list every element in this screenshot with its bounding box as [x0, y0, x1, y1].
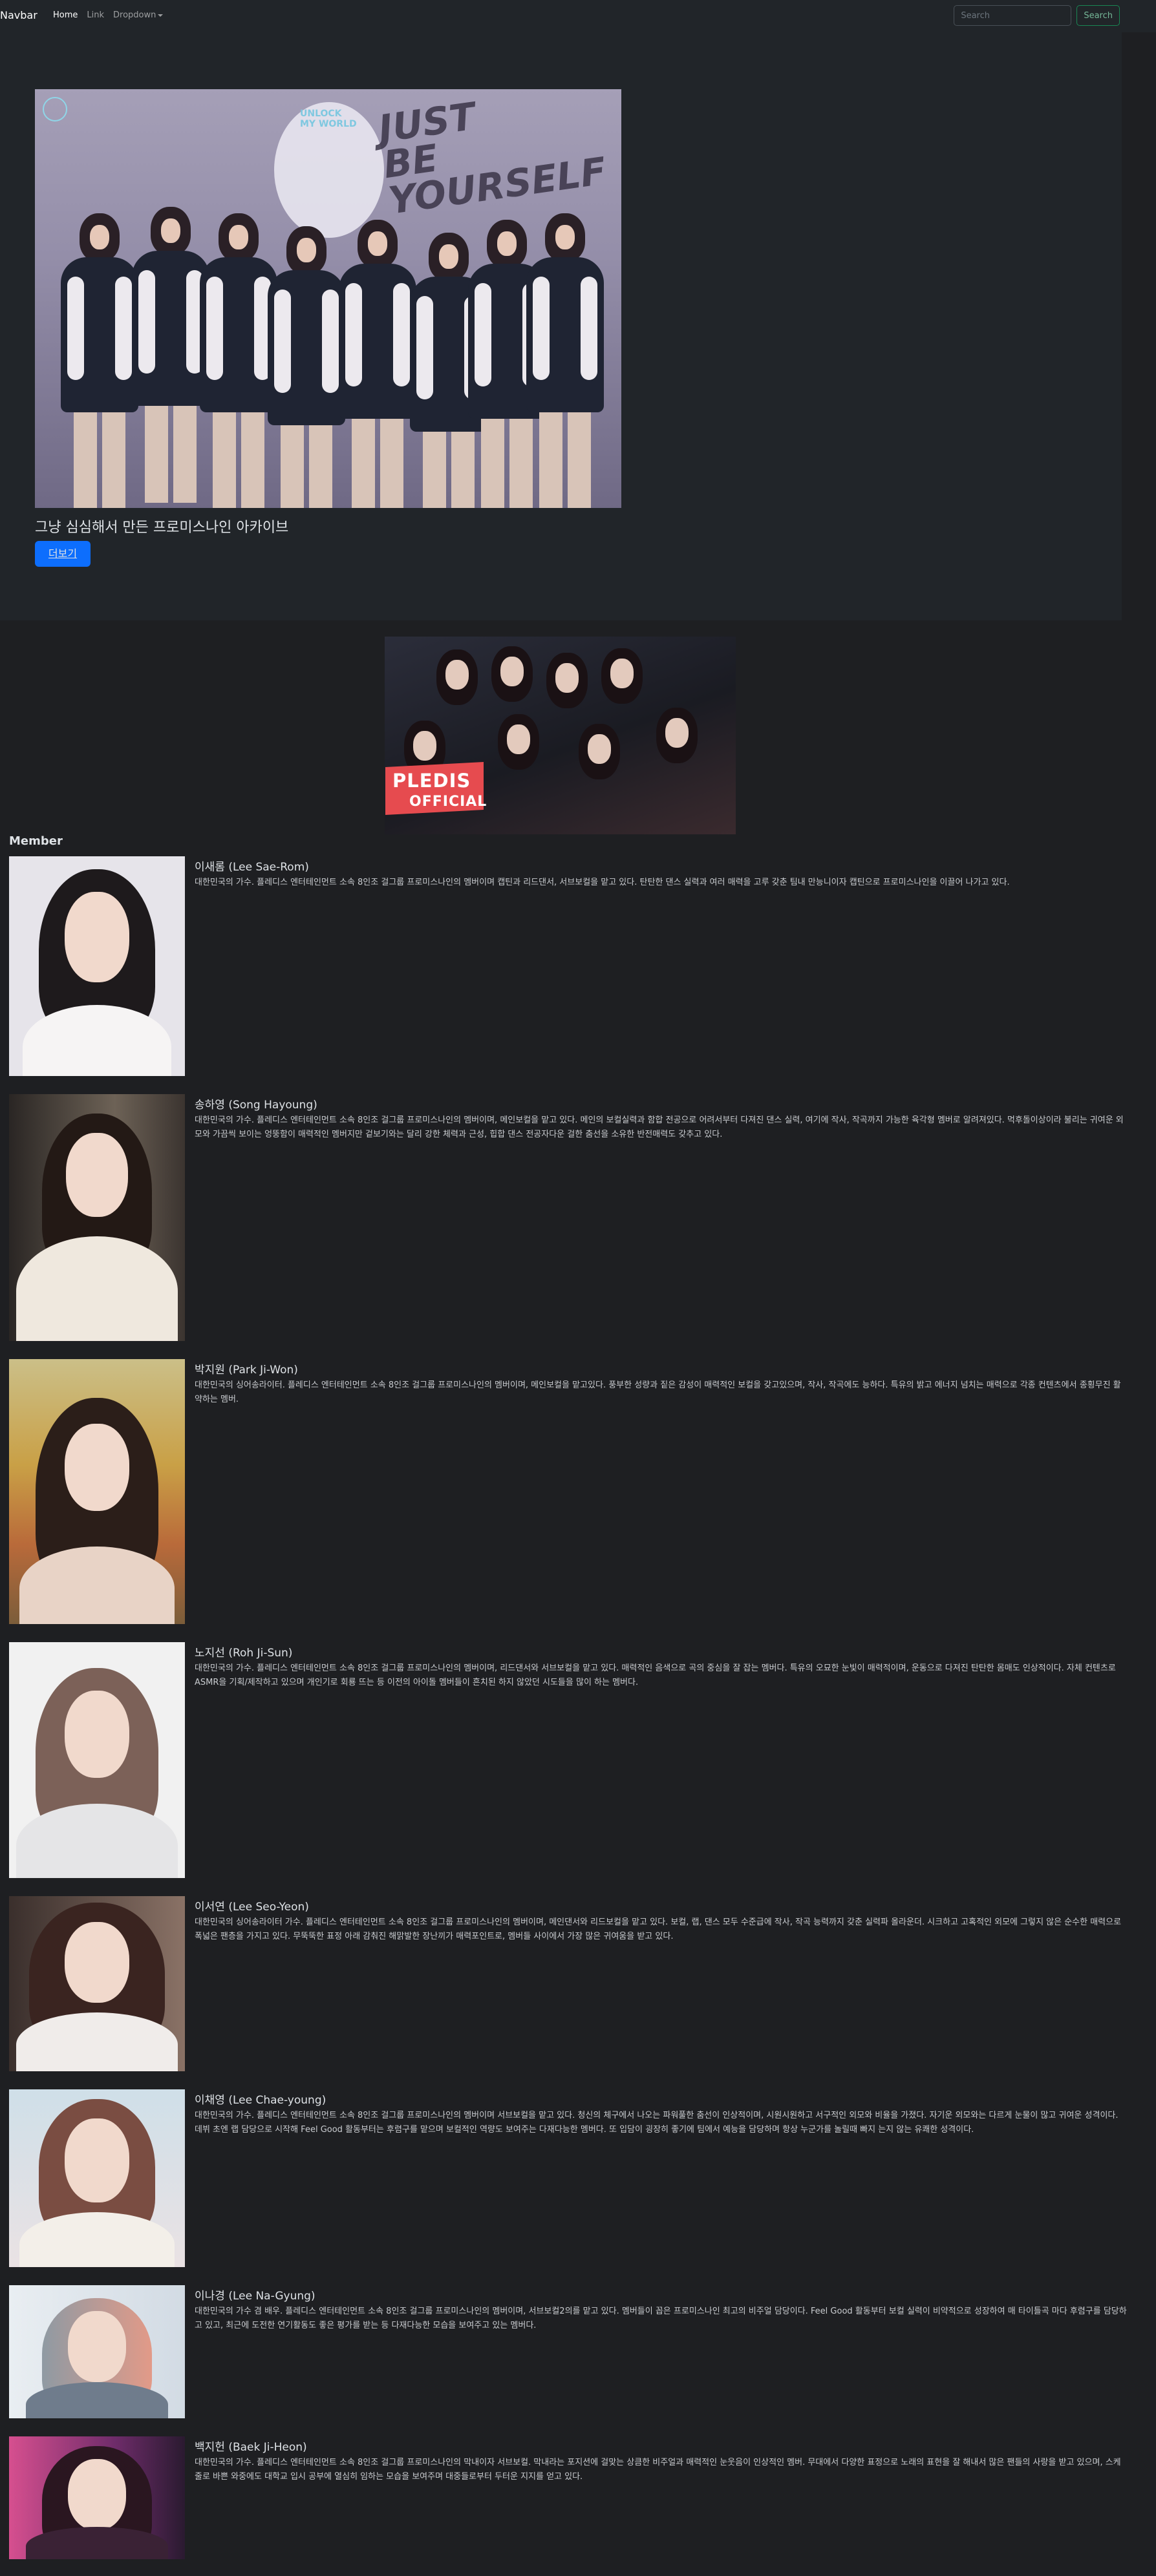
nav-link-home[interactable]: Home [53, 10, 78, 20]
member-description: 대한민국의 싱어송라이터. 플레디스 엔터테인먼트 소속 8인조 걸그룹 프로미… [195, 1380, 1121, 1404]
member-card: 박지원 (Park Ji-Won) 대한민국의 싱어송라이터. 플레디스 엔터테… [9, 1359, 1121, 1624]
pledis-logo-subtitle: OFFICIAL [409, 794, 487, 810]
member-description: 대한민국의 가수. 플레디스 엔터테인먼트 소속 8인조 걸그룹 프로미스나인의… [195, 1663, 1116, 1687]
member-card: 이채영 (Lee Chae-young) 대한민국의 가수. 플레디스 엔터테인… [9, 2089, 1121, 2267]
member-photo [9, 1896, 185, 2071]
member-photo [9, 856, 185, 1076]
nav-links: Home Link Dropdown [53, 10, 172, 20]
member-name: 노지선 (Roh Ji-Sun) [195, 1647, 293, 1660]
member-photo [9, 2285, 185, 2418]
member-photo [9, 2436, 185, 2559]
member-photo [9, 1094, 185, 1341]
member-photo [9, 2089, 185, 2267]
member-card: 이서연 (Lee Seo-Yeon) 대한민국의 싱어송라이터 가수. 플레디스… [9, 1896, 1121, 2071]
member-name: 이나경 (Lee Na-Gyung) [195, 2290, 316, 2303]
member-photo [9, 1359, 185, 1624]
member-name: 이채영 (Lee Chae-young) [195, 2094, 326, 2107]
nav-link-dropdown[interactable]: Dropdown [113, 10, 164, 20]
video-thumbnail[interactable]: PLEDIS OFFICIAL [385, 637, 736, 834]
caret-down-icon [158, 14, 164, 17]
search-input[interactable] [954, 5, 1072, 26]
member-name: 이서연 (Lee Seo-Yeon) [195, 1901, 309, 1914]
member-name: 백지헌 (Baek Ji-Heon) [195, 2441, 307, 2454]
album-logo: UNLOCK MY WORLD [300, 109, 357, 129]
member-card: 이나경 (Lee Na-Gyung) 대한민국의 가수 겸 배우. 플레디스 엔… [9, 2285, 1127, 2418]
wall-graffiti: JUST BE YOURSELF [376, 94, 609, 223]
group-members-figure [61, 207, 604, 508]
dropdown-label: Dropdown [113, 10, 156, 20]
nav-link-link[interactable]: Link [87, 10, 104, 20]
group-logo-icon [43, 97, 67, 121]
member-description: 대한민국의 가수. 플레디스 엔터테인먼트 소속 8인조 걸그룹 프로미스나인의… [195, 1115, 1124, 1139]
more-button[interactable]: 더보기 [35, 541, 91, 567]
hero-jumbotron: JUSTBEYOURSELF UNLOCKMY WORLD ❦ 그냥 심심해서 … [0, 32, 1122, 620]
member-card: 백지헌 (Baek Ji-Heon) 대한민국의 가수. 플레디스 엔터테인먼트… [9, 2436, 1121, 2559]
navbar-brand[interactable]: Navbar [0, 9, 37, 21]
member-description: 대한민국의 가수. 플레디스 엔터테인먼트 소속 8인조 걸그룹 프로미스나인의… [195, 2111, 1119, 2135]
member-card: 송하영 (Song Hayoung) 대한민국의 가수. 플레디스 엔터테인먼트… [9, 1094, 1124, 1341]
hero-group-photo: JUSTBEYOURSELF UNLOCKMY WORLD ❦ [35, 89, 621, 508]
member-description: 대한민국의 싱어송라이터 가수. 플레디스 엔터테인먼트 소속 8인조 걸그룹 … [195, 1917, 1122, 1941]
pledis-logo-title: PLEDIS [392, 770, 471, 792]
members-heading: Member [9, 834, 63, 848]
navbar: Navbar Home Link Dropdown Search [0, 0, 1156, 32]
member-name: 이새롬 (Lee Sae-Rom) [195, 861, 309, 874]
hero-caption: 그냥 심심해서 만든 프로미스나인 아카이브 [35, 520, 289, 536]
search-button[interactable]: Search [1076, 5, 1120, 26]
search-form: Search [954, 5, 1120, 26]
member-photo [9, 1642, 185, 1878]
member-name: 박지원 (Park Ji-Won) [195, 1364, 298, 1377]
member-description: 대한민국의 가수 겸 배우. 플레디스 엔터테인먼트 소속 8인조 걸그룹 프로… [195, 2307, 1127, 2330]
member-card: 이새롬 (Lee Sae-Rom) 대한민국의 가수. 플레디스 엔터테인먼트 … [9, 856, 1121, 1076]
member-description: 대한민국의 가수. 플레디스 엔터테인먼트 소속 8인조 걸그룹 프로미스나인의… [195, 2458, 1121, 2482]
member-description: 대한민국의 가수. 플레디스 엔터테인먼트 소속 8인조 걸그룹 프로미스나인의… [195, 878, 1010, 887]
member-card: 노지선 (Roh Ji-Sun) 대한민국의 가수. 플레디스 엔터테인먼트 소… [9, 1642, 1121, 1878]
member-name: 송하영 (Song Hayoung) [195, 1099, 317, 1112]
